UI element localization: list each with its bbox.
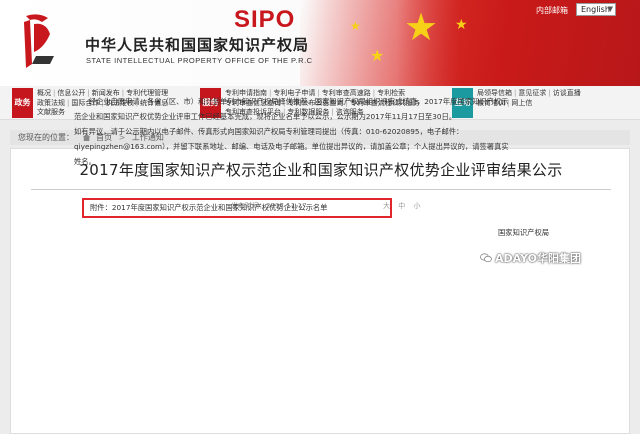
article-signature: 国家知识产权局 bbox=[498, 228, 550, 237]
breadcrumb-prefix: 您现在的位置： bbox=[18, 133, 74, 142]
sipo-emblem-icon[interactable] bbox=[20, 12, 60, 70]
nav-item-opinion-solicitation[interactable]: 意见征求 bbox=[518, 89, 546, 97]
attachment-link[interactable]: 附件：2017年度国家知识产权示范企业和国家知识产权优势企业公示名单 bbox=[90, 202, 327, 214]
watermark: ADAYO华阳集团 bbox=[480, 250, 581, 266]
flag-star-icon: ★ bbox=[350, 19, 361, 33]
flag-star-icon: ★ bbox=[370, 46, 385, 65]
title-divider bbox=[31, 189, 611, 190]
watermark-text: ADAYO华阳集团 bbox=[495, 252, 582, 265]
site-header: ★ ★ ★ ★ SIPO 中华人民共和国国家知识产权局 STATE INTELL… bbox=[0, 0, 640, 86]
nav-item-online-petition[interactable]: 网上信 bbox=[511, 99, 532, 107]
nav-tag-gov: 政务 bbox=[12, 88, 33, 118]
nav-item-live-interview[interactable]: 访谈直播 bbox=[553, 89, 581, 97]
font-size-small-button[interactable]: 小 bbox=[413, 202, 420, 210]
sipo-wordmark[interactable]: SIPO bbox=[234, 6, 295, 34]
site-title-en: STATE INTELLECTUAL PROPERTY OFFICE OF TH… bbox=[86, 56, 313, 65]
article-paragraph: 如有异议，请于公示期内以电子邮件、传真形式向国家知识产权局专利管理司提出（传真：… bbox=[74, 127, 509, 166]
article-panel: 2017年度国家知识产权示范企业和国家知识产权优势企业评审结果公示 发布时间：2… bbox=[10, 148, 630, 434]
language-select[interactable]: English ▼ bbox=[576, 3, 616, 16]
chevron-down-icon: ▼ bbox=[607, 5, 613, 13]
article-paragraph: 经企业自愿申请、各省（区、市）和计划单列市知识产权局择优推荐、国家知识产权局组织… bbox=[74, 97, 509, 121]
internal-mail-link[interactable]: 内部邮箱 bbox=[536, 5, 568, 16]
font-size-medium-button[interactable]: 中 bbox=[398, 202, 405, 210]
nav-item-overview[interactable]: 概况 bbox=[37, 89, 51, 97]
flag-star-icon: ★ bbox=[404, 5, 439, 49]
site-title-cn: 中华人民共和国国家知识产权局 bbox=[85, 36, 310, 54]
article-body: 经企业自愿申请、各省（区、市）和计划单列市知识产权局择优推荐、国家知识产权局组织… bbox=[74, 94, 514, 169]
flag-star-icon: ★ bbox=[455, 17, 468, 33]
language-value: English bbox=[581, 5, 610, 14]
nav-item-literature[interactable]: 文献服务 bbox=[37, 108, 65, 116]
nav-item-policies[interactable]: 政策法规 bbox=[37, 99, 65, 107]
wechat-icon bbox=[480, 253, 492, 263]
